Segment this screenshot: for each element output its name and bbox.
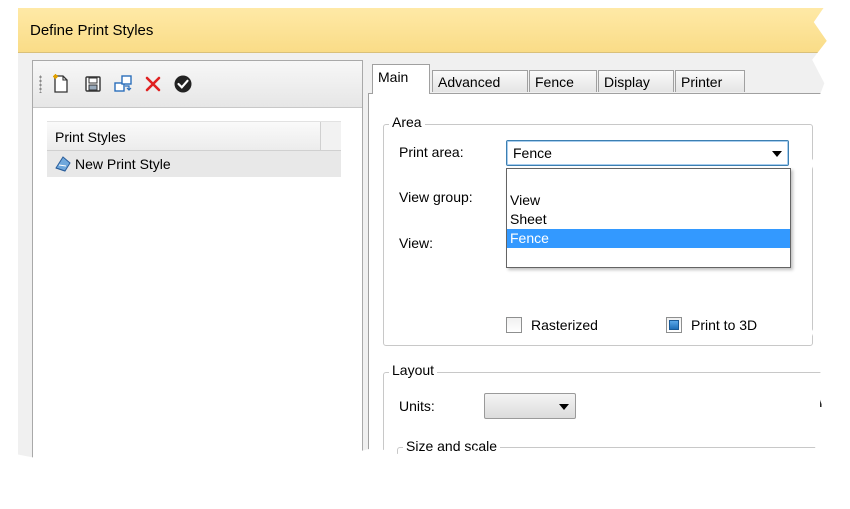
units-label: Units:: [399, 398, 435, 414]
delete-icon: [145, 76, 161, 92]
apply-icon: [174, 75, 192, 93]
column-header-filler: [320, 122, 341, 150]
tab-printer[interactable]: Printer: [675, 70, 745, 92]
print-style-name: New Print Style: [75, 156, 171, 172]
window-title: Define Print Styles: [30, 22, 154, 39]
area-group-title: Area: [389, 114, 425, 130]
print-style-icon: [53, 154, 73, 177]
size-and-scale-title: Size and scale: [403, 438, 501, 454]
left-pane: Print Styles New Print Style: [32, 60, 363, 467]
copy-button[interactable]: [111, 72, 135, 96]
title-bar[interactable]: Define Print Styles: [18, 8, 827, 53]
dropdown-option-view[interactable]: View: [507, 191, 790, 210]
print-area-value: Fence: [513, 145, 552, 161]
tab-strip: Main Advanced Fence Display Printer: [368, 60, 827, 94]
print-to-3d-checkbox[interactable]: [666, 317, 682, 333]
tab-display[interactable]: Display: [598, 70, 674, 92]
toolbar-grip[interactable]: [39, 75, 42, 93]
partial-label: R: [819, 394, 830, 410]
print-styles-column-header[interactable]: Print Styles: [47, 121, 341, 151]
right-pane: Main Advanced Fence Display Printer Area…: [368, 60, 827, 467]
dropdown-option-sheet[interactable]: Sheet: [507, 210, 790, 229]
save-button[interactable]: [81, 72, 105, 96]
rasterized-checkbox[interactable]: [506, 317, 522, 333]
dropdown-option-fence[interactable]: Fence: [507, 229, 790, 248]
new-button[interactable]: [49, 72, 73, 96]
rasterized-label: Rasterized: [531, 317, 598, 333]
chevron-down-icon: [772, 151, 782, 157]
print-area-label: Print area:: [399, 144, 464, 160]
print-area-dropdown: View Sheet Fence: [506, 168, 791, 268]
main-tab-page: Area Print area: Fence View Sheet Fence …: [368, 93, 830, 467]
delete-button[interactable]: [141, 72, 165, 96]
list-item[interactable]: New Print Style: [47, 151, 341, 177]
size-and-scale-group: [397, 447, 827, 467]
tab-main[interactable]: Main: [372, 64, 430, 94]
new-icon: [53, 74, 68, 93]
view-label: View:: [399, 235, 433, 251]
view-group-label: View group:: [399, 189, 473, 205]
print-area-combo[interactable]: Fence: [506, 140, 789, 166]
print-to-3d-label: Print to 3D: [691, 317, 758, 333]
chevron-down-icon: [559, 404, 569, 410]
apply-button[interactable]: [171, 72, 195, 96]
define-print-styles-window: Define Print Styles Print Styles New Pri…: [18, 8, 827, 467]
layout-group-title: Layout: [389, 362, 438, 378]
toolbar: [33, 61, 362, 108]
save-icon: [85, 76, 101, 92]
tab-advanced[interactable]: Advanced: [432, 70, 528, 92]
dropdown-option-blank[interactable]: [507, 169, 790, 188]
tab-fence[interactable]: Fence: [529, 70, 597, 92]
units-combo[interactable]: [484, 393, 576, 419]
print-styles-header-label: Print Styles: [55, 129, 126, 145]
copy-icon: [114, 75, 132, 92]
